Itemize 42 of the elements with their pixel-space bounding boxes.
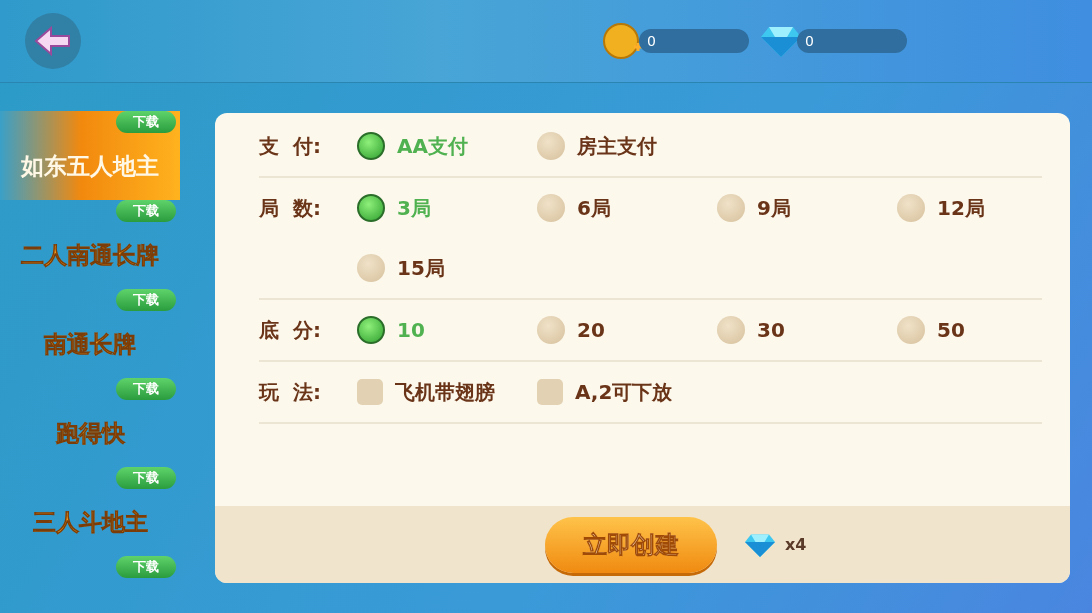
diamond-icon (745, 532, 775, 557)
radio-option[interactable]: AA支付 (357, 116, 537, 176)
download-badge[interactable]: 下载 (116, 556, 176, 578)
game-name: 二人南通长牌 (21, 241, 159, 270)
cost-text: x4 (785, 535, 807, 554)
radio-option[interactable]: 9局 (717, 178, 897, 238)
game-tab[interactable]: 下载 如东五人地主 (0, 111, 180, 200)
setting-label: 局 数: (259, 194, 322, 222)
diamond-icon (761, 25, 801, 57)
download-badge[interactable]: 下载 (116, 289, 176, 311)
radio-option[interactable]: 50 (897, 300, 1070, 360)
diamond-count: 0 (797, 29, 907, 53)
download-badge[interactable]: 下载 (116, 467, 176, 489)
back-arrow-icon (34, 26, 72, 56)
setting-label: 玩 法: (259, 378, 322, 406)
coin-count: 0 (639, 29, 749, 53)
setting-label: 底 分: (259, 316, 322, 344)
setting-label: 支 付: (259, 132, 322, 160)
game-name: 如东五人地主 (21, 152, 159, 181)
game-name: 南通长牌 (44, 330, 136, 359)
game-tab[interactable]: 下载 二人南通长牌 (0, 200, 180, 289)
game-name: 三人斗地主 (32, 508, 148, 537)
download-badge[interactable]: 下载 (116, 111, 176, 133)
radio-option[interactable]: 房主支付 (537, 116, 717, 176)
download-badge[interactable]: 下载 (116, 378, 176, 400)
game-name: 跑得快 (55, 419, 125, 448)
radio-option[interactable]: 10 (357, 300, 537, 360)
radio-option[interactable]: 12局 (897, 178, 1070, 238)
radio-option[interactable]: 20 (537, 300, 717, 360)
radio-option[interactable]: 15局 (357, 238, 537, 298)
checkbox-option[interactable]: 飞机带翅膀 (357, 362, 537, 422)
create-button[interactable]: 立即创建 (545, 516, 717, 573)
coin-icon (603, 23, 643, 59)
radio-option[interactable]: 3局 (357, 178, 537, 238)
game-tab[interactable]: 下载 南通长牌 (0, 289, 180, 378)
game-tab[interactable]: 下载 跑得快 (0, 378, 180, 467)
checkbox-option[interactable]: A,2可下放 (537, 362, 717, 422)
back-button[interactable] (25, 13, 81, 69)
game-tab[interactable]: 下载 三人斗地主 (0, 467, 180, 556)
radio-option[interactable]: 6局 (537, 178, 717, 238)
download-badge[interactable]: 下载 (116, 200, 176, 222)
radio-option[interactable]: 30 (717, 300, 897, 360)
